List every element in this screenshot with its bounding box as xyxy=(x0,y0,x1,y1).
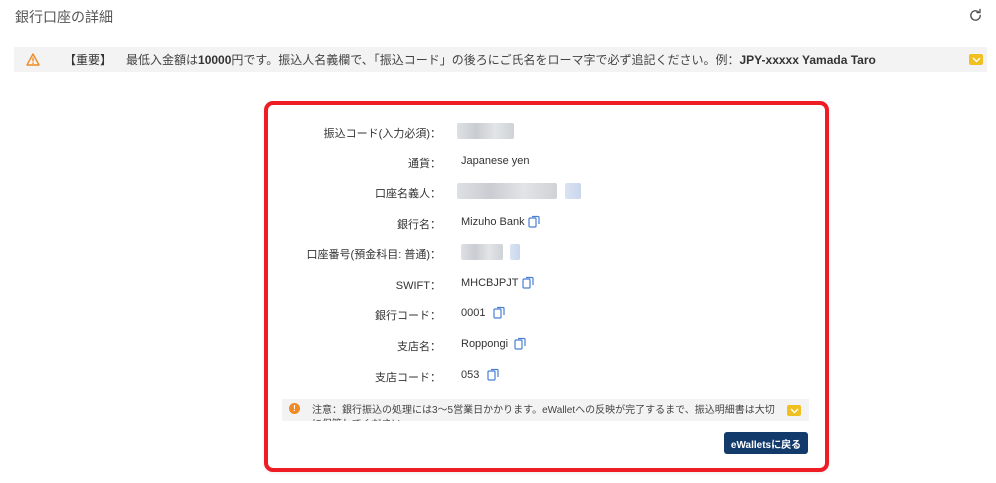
processing-note-text: 注意：銀行振込の処理には3～5営業日かかります。eWalletへの反映が完了する… xyxy=(312,405,775,421)
detail-row-swift: SWIFT： MHCBJPJT xyxy=(268,275,825,293)
detail-row-account-holder: 口座名義人： xyxy=(268,183,825,201)
transfer-code-label: 振込コード(入力必須)： xyxy=(323,128,441,140)
chevron-down-icon xyxy=(972,57,980,62)
page-title: 銀行口座の詳細 xyxy=(15,9,113,25)
detail-row-currency: 通貨： Japanese yen xyxy=(268,153,825,171)
currency-label: 通貨： xyxy=(408,158,441,170)
expand-note-button[interactable] xyxy=(787,405,801,416)
important-label: 【重要】 xyxy=(64,53,113,67)
processing-note: ! 注意：銀行振込の処理には3～5営業日かかります。eWalletへの反映が完了… xyxy=(282,399,809,421)
bank-name-value: Mizuho Bank xyxy=(461,216,525,228)
copy-icon[interactable] xyxy=(528,215,540,228)
refresh-icon xyxy=(969,8,981,21)
account-number-redacted-suffix xyxy=(510,244,520,260)
account-holder-label: 口座名義人： xyxy=(375,188,441,200)
detail-row-branch-name: 支店名： Roppongi xyxy=(268,336,825,354)
bank-name-label: 銀行名： xyxy=(397,219,441,231)
bank-details-card: 振込コード(入力必須)： 通貨： Japanese yen 口座名義人： 銀行名… xyxy=(264,101,829,472)
warning-icon xyxy=(26,52,40,67)
account-number-redacted xyxy=(461,244,503,260)
bank-code-value: 0001 xyxy=(461,307,486,319)
expand-notice-button[interactable] xyxy=(969,54,983,65)
detail-row-bank-name: 銀行名： Mizuho Bank xyxy=(268,214,825,232)
account-holder-redacted-suffix xyxy=(565,183,581,199)
min-amount: 10000 xyxy=(198,53,232,67)
copy-icon[interactable] xyxy=(493,306,505,319)
copy-icon[interactable] xyxy=(522,276,534,289)
bank-code-label: 銀行コード： xyxy=(375,310,441,322)
account-holder-redacted xyxy=(457,183,557,199)
info-icon: ! xyxy=(289,403,300,414)
back-to-ewallets-button[interactable]: eWalletsに戻る xyxy=(724,432,808,454)
detail-row-transfer-code: 振込コード(入力必須)： xyxy=(268,123,825,141)
detail-row-bank-code: 銀行コード： 0001 xyxy=(268,305,825,323)
chevron-down-icon xyxy=(790,408,798,413)
important-notice-bar: 【重要】 最低入金額は10000円です。振込人名義欄で、「振込コード」の後ろにご… xyxy=(14,47,987,72)
notice-message: 最低入金額は10000円です。振込人名義欄で、「振込コード」の後ろにご氏名をロー… xyxy=(126,53,876,67)
swift-value: MHCBJPJT xyxy=(461,277,519,289)
branch-code-value: 053 xyxy=(461,369,480,381)
transfer-code-redacted xyxy=(457,123,514,139)
currency-value: Japanese yen xyxy=(461,155,530,167)
refresh-button[interactable] xyxy=(966,6,984,24)
detail-row-branch-code: 支店コード： 053 xyxy=(268,367,825,385)
copy-icon[interactable] xyxy=(514,337,526,350)
branch-code-label: 支店コード： xyxy=(375,372,441,384)
branch-name-label: 支店名： xyxy=(397,341,441,353)
example-text: JPY-xxxxx Yamada Taro xyxy=(739,53,876,67)
account-number-label: 口座番号(預金科目: 普通)： xyxy=(306,249,441,261)
swift-label: SWIFT： xyxy=(395,280,441,292)
branch-name-value: Roppongi xyxy=(461,338,509,350)
detail-row-account-number: 口座番号(預金科目: 普通)： xyxy=(268,244,825,262)
copy-icon[interactable] xyxy=(487,368,499,381)
